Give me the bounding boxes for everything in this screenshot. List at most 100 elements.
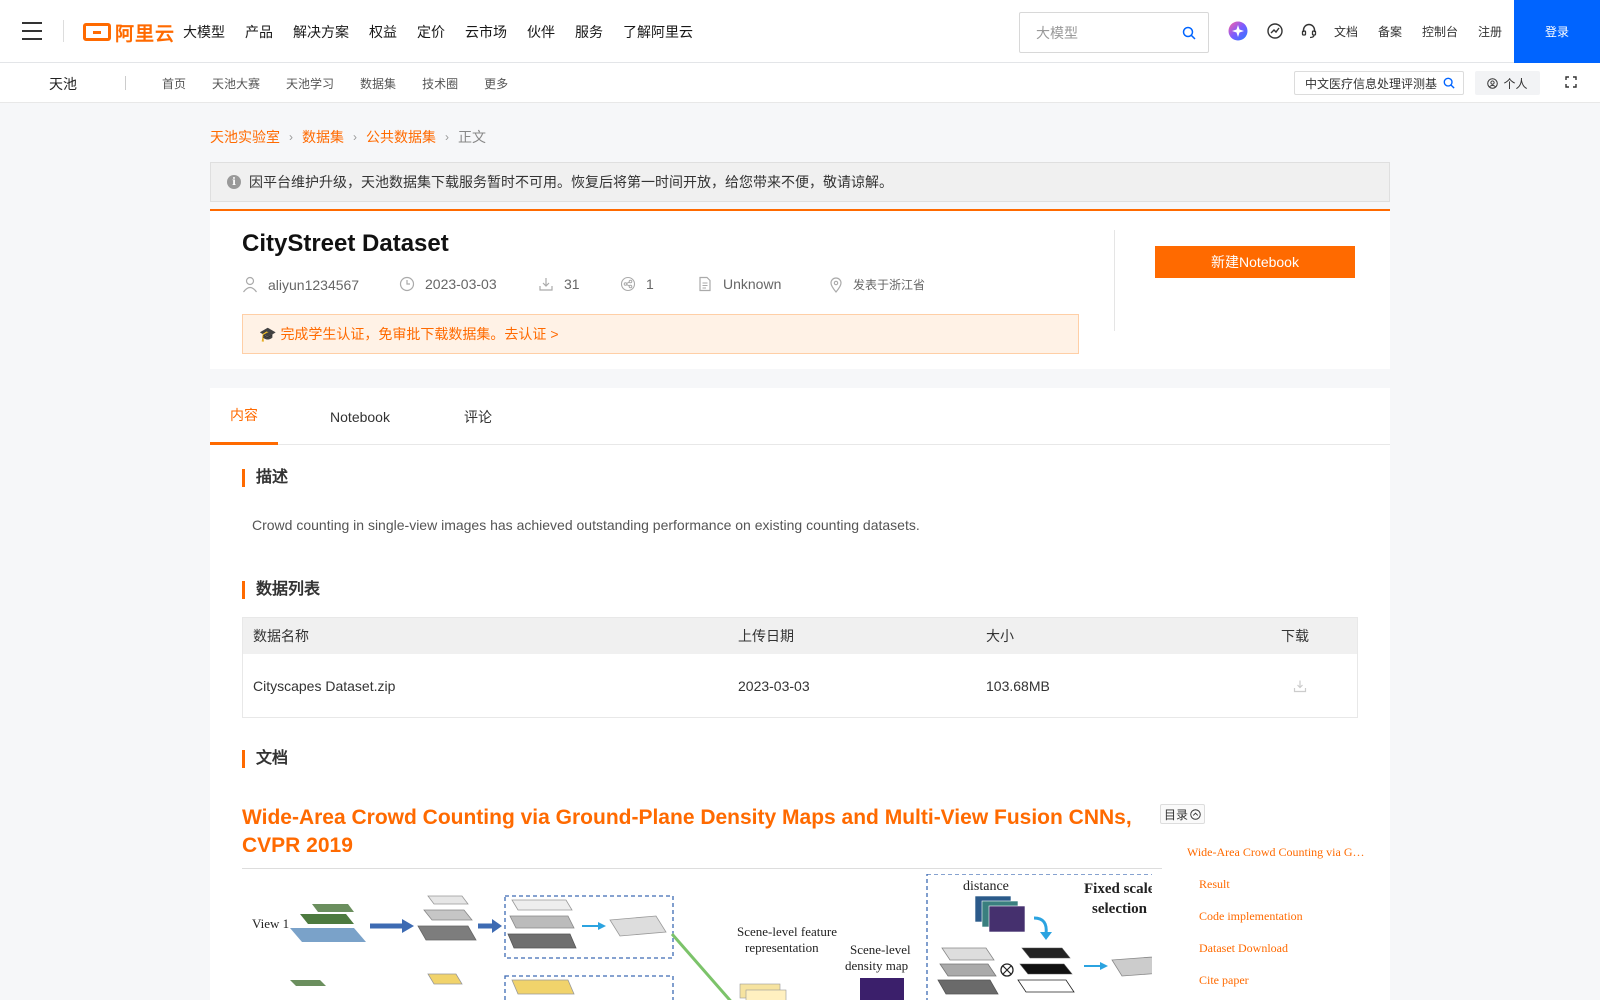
divider <box>125 76 126 90</box>
distance-maps <box>974 895 1026 933</box>
author-name[interactable]: aliyun1234567 <box>268 277 359 293</box>
toc-item-result[interactable]: Result <box>1187 876 1367 908</box>
subnav-tech-circle[interactable]: 技术圈 <box>422 75 458 92</box>
fusion-stack <box>937 947 999 995</box>
dataset-header-card: CityStreet Dataset aliyun1234567 2023-03… <box>210 209 1390 369</box>
col-header-size: 大小 <box>986 628 1014 644</box>
login-button[interactable]: 登录 <box>1514 0 1600 63</box>
publish-date: 2023-03-03 <box>425 276 497 292</box>
expand-icon[interactable] <box>1565 76 1577 88</box>
nav-item-partners[interactable]: 伙伴 <box>527 22 555 42</box>
nav-item-about[interactable]: 了解阿里云 <box>623 22 693 42</box>
file-download <box>1293 654 1307 717</box>
logo-text: 阿里云 <box>115 23 176 45</box>
new-notebook-button[interactable]: 新建Notebook <box>1155 246 1355 278</box>
dataset-title: CityStreet Dataset <box>242 230 449 257</box>
toc-item-download[interactable]: Dataset Download <box>1187 940 1367 972</box>
share-icon <box>620 276 636 292</box>
feature-stack-2 <box>507 899 577 995</box>
meta-shares: 1 <box>620 276 654 292</box>
headset-support-icon[interactable] <box>1300 22 1318 40</box>
table-row: Cityscapes Dataset.zip 2023-03-03 103.68… <box>243 654 1357 717</box>
meta-license: Unknown <box>697 276 781 292</box>
meta-location: 发表于浙江省 <box>829 276 925 293</box>
tianchi-search <box>1294 71 1464 95</box>
feature-stack-3 <box>739 983 787 1000</box>
col-header-date: 上传日期 <box>738 628 794 644</box>
breadcrumb-lab[interactable]: 天池实验室 <box>210 127 280 147</box>
student-certification-banner[interactable]: 🎓 完成学生认证，免审批下载数据集。去认证 > <box>242 314 1079 354</box>
tianchi-search-input[interactable] <box>1295 72 1437 94</box>
breadcrumb-public-datasets[interactable]: 公共数据集 <box>366 127 436 147</box>
register-link[interactable]: 注册 <box>1478 23 1502 40</box>
docs-heading: 文档 <box>242 750 288 768</box>
table-of-contents: Wide-Area Crowd Counting via Ground-Plan… <box>1187 844 1367 1000</box>
doc-title: Wide-Area Crowd Counting via Ground-Plan… <box>242 804 1162 869</box>
dashboard-icon[interactable] <box>1266 22 1284 40</box>
toc-item-code[interactable]: Code implementation <box>1187 908 1367 940</box>
subnav-home[interactable]: 首页 <box>162 75 186 92</box>
nav-item-benefits[interactable]: 权益 <box>369 22 397 42</box>
top-search-input[interactable] <box>1020 13 1170 52</box>
search-icon[interactable] <box>1443 77 1455 89</box>
figure-density-label-2: density map <box>845 958 908 973</box>
top-search <box>1019 12 1209 53</box>
col-header-name: 数据名称 <box>253 628 309 644</box>
dataset-meta: aliyun1234567 2023-03-03 31 1 Unknown 发表… <box>242 276 1042 296</box>
top-links: 文档 备案 控制台 注册 <box>1334 0 1522 63</box>
nav-item-marketplace[interactable]: 云市场 <box>465 22 507 42</box>
view-images <box>290 904 366 986</box>
subnav-learning[interactable]: 天池学习 <box>286 75 334 92</box>
chevron-right-icon: › <box>289 130 293 144</box>
toc-item-title[interactable]: Wide-Area Crowd Counting via Ground-Plan… <box>1187 844 1367 876</box>
toc-item-cite[interactable]: Cite paper <box>1187 972 1367 1000</box>
download-icon[interactable] <box>1293 679 1307 693</box>
maintenance-notice: i 因平台维护升级，天池数据集下载服务暂时不可用。恢复后将第一时间开放，给您带来… <box>210 162 1390 202</box>
graduation-cap-icon: 🎓 <box>259 325 277 342</box>
nav-item-products[interactable]: 产品 <box>245 22 273 42</box>
description-text: Crowd counting in single-view images has… <box>252 517 920 533</box>
nav-item-pricing[interactable]: 定价 <box>417 22 445 42</box>
feature-stack-1 <box>417 895 477 985</box>
info-icon: i <box>227 175 241 189</box>
logo-mark-icon <box>83 23 111 41</box>
license-text: Unknown <box>723 276 782 292</box>
hamburger-menu-icon[interactable] <box>22 22 42 40</box>
clock-icon <box>399 276 415 292</box>
subnav-datasets[interactable]: 数据集 <box>360 75 396 92</box>
cert-text: 完成学生认证，免审批下载数据集。去认证 > <box>280 326 559 342</box>
figure-feature-label-2: representation <box>745 940 819 955</box>
nav-item-llm[interactable]: 大模型 <box>183 22 225 42</box>
nav-item-services[interactable]: 服务 <box>575 22 603 42</box>
subnav-competitions[interactable]: 天池大赛 <box>212 75 260 92</box>
toc-toggle-button[interactable]: 目录 <box>1160 804 1205 824</box>
chevron-right-icon: › <box>445 130 449 144</box>
file-size: 103.68MB <box>986 677 1050 694</box>
subnav-more[interactable]: 更多 <box>484 75 508 92</box>
personal-center-button[interactable]: 个人 <box>1475 71 1540 95</box>
content-tabs: 内容 Notebook 评论 <box>210 388 1390 445</box>
tianchi-nav: 首页 天池大赛 天池学习 数据集 技术圈 更多 <box>162 63 534 103</box>
file-name: Cityscapes Dataset.zip <box>253 677 396 694</box>
breadcrumb-datasets[interactable]: 数据集 <box>302 127 344 147</box>
docs-link[interactable]: 文档 <box>1334 23 1358 40</box>
icp-filing-link[interactable]: 备案 <box>1378 23 1402 40</box>
main-nav: 大模型 产品 解决方案 权益 定价 云市场 伙伴 服务 了解阿里云 <box>183 0 713 63</box>
tab-content[interactable]: 内容 <box>210 388 278 445</box>
user-icon <box>243 276 257 293</box>
download-count-icon <box>539 278 553 291</box>
notice-text: 因平台维护升级，天池数据集下载服务暂时不可用。恢复后将第一时间开放，给您带来不便… <box>249 174 893 190</box>
search-icon[interactable] <box>1182 26 1196 40</box>
tianchi-brand[interactable]: 天池 <box>49 74 77 94</box>
data-list-table: 数据名称 上传日期 大小 下载 Cityscapes Dataset.zip 2… <box>242 617 1358 718</box>
ai-assistant-icon[interactable] <box>1228 21 1248 41</box>
breadcrumb: 天池实验室 › 数据集 › 公共数据集 › 正文 <box>210 127 486 147</box>
tab-notebook[interactable]: Notebook <box>318 388 402 445</box>
aliyun-logo[interactable]: 阿里云 <box>83 20 176 45</box>
console-link[interactable]: 控制台 <box>1422 23 1458 40</box>
divider <box>63 20 64 42</box>
figure-distance-label: distance <box>963 879 1009 894</box>
nav-item-solutions[interactable]: 解决方案 <box>293 22 349 42</box>
toc-label: 目录 <box>1163 807 1188 822</box>
tab-comments[interactable]: 评论 <box>450 388 506 445</box>
